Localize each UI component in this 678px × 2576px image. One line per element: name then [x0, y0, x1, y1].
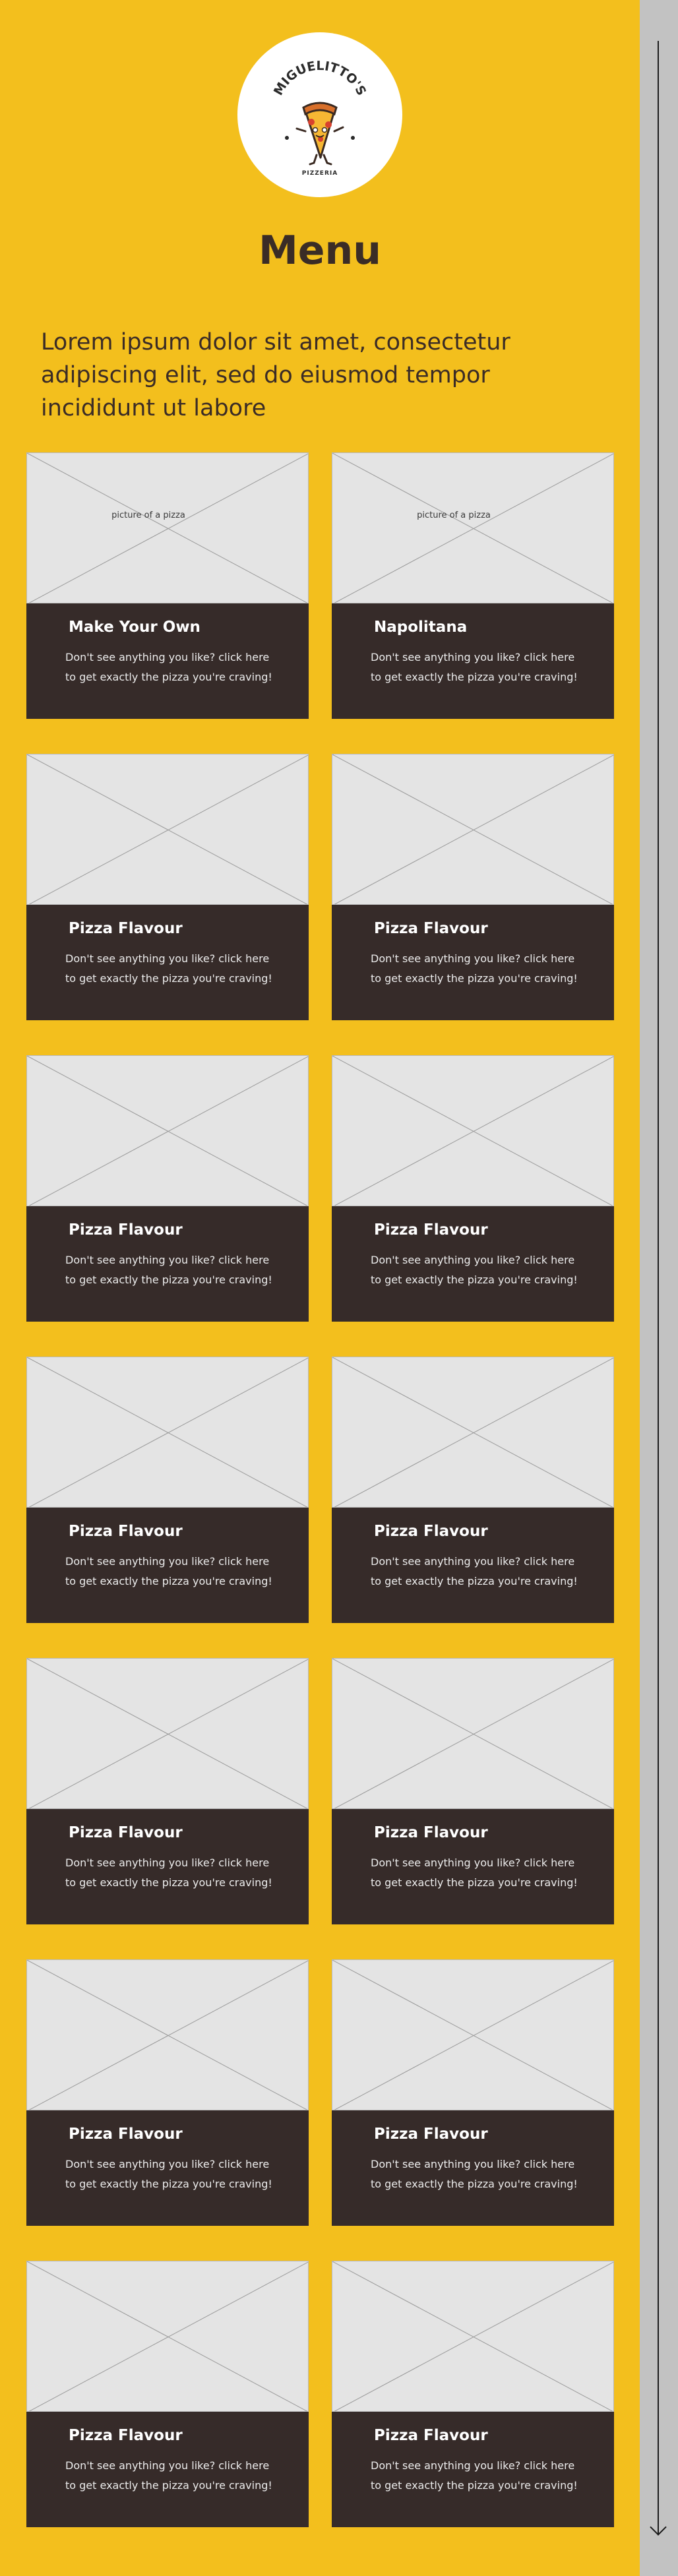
logo-subtitle: PIZZERIA: [302, 170, 338, 177]
menu-card[interactable]: picture of a pizza Napolitana Don't see an…: [332, 452, 614, 719]
menu-card-title[interactable]: Pizza Flavour: [374, 1824, 488, 1841]
pizza-image-placeholder: picture of a pizza: [332, 452, 614, 603]
menu-card-description: Don't see anything you like? click here …: [65, 2459, 272, 2492]
pizza-image-placeholder: [26, 1055, 309, 1206]
menu-card[interactable]: Pizza Flavour Don't see anything you like…: [332, 1959, 614, 2226]
menu-card-info: Pizza Flavour Don't see anything you like…: [26, 1809, 309, 1924]
image-placeholder-icon: [27, 2261, 308, 2411]
menu-card-info: Pizza Flavour Don't see anything you like…: [332, 1508, 614, 1623]
menu-card-info: Make Your Own Don't see anything you like…: [26, 603, 309, 719]
scroll-rail[interactable]: [640, 0, 678, 2576]
image-placeholder-icon: [332, 754, 613, 904]
menu-card-title[interactable]: Pizza Flavour: [69, 920, 183, 937]
menu-card[interactable]: Pizza Flavour Don't see anything you like…: [332, 754, 614, 1020]
menu-card[interactable]: Pizza Flavour Don't see anything you like…: [332, 1055, 614, 1322]
menu-card-description: Don't see anything you like? click here …: [371, 1856, 578, 1889]
image-placeholder-icon: [332, 1659, 613, 1808]
menu-card-title[interactable]: Make Your Own: [69, 619, 200, 636]
menu-card-info: Pizza Flavour Don't see anything you like…: [332, 905, 614, 1020]
menu-card-info: Pizza Flavour Don't see anything you like…: [26, 2412, 309, 2527]
image-caption: picture of a pizza: [111, 510, 185, 520]
scroll-track: [658, 41, 659, 2535]
pizza-slice-mascot-icon: [295, 102, 344, 166]
menu-card-description: Don't see anything you like? click here …: [65, 1254, 272, 1286]
menu-card-title[interactable]: Napolitana: [374, 619, 467, 636]
pizza-image-placeholder: [26, 2261, 309, 2412]
menu-card-title[interactable]: Pizza Flavour: [374, 2427, 488, 2444]
menu-card[interactable]: Pizza Flavour Don't see anything you like…: [26, 2261, 309, 2527]
menu-page: MIGUELITTO'S PIZZERIA Menu Lorem ipsum d…: [0, 0, 640, 2576]
intro-paragraph: Lorem ipsum dolor sit amet, consectetur …: [41, 329, 510, 421]
menu-card-description: Don't see anything you like? click here …: [371, 1254, 578, 1286]
pizza-image-placeholder: [332, 1357, 614, 1508]
menu-card-info: Pizza Flavour Don't see anything you like…: [332, 1206, 614, 1322]
menu-card-title[interactable]: Pizza Flavour: [69, 2126, 183, 2143]
page-title: Menu: [259, 228, 381, 274]
menu-card-description: Don't see anything you like? click here …: [65, 1856, 272, 1889]
menu-card[interactable]: Pizza Flavour Don't see anything you like…: [332, 1658, 614, 1924]
menu-card[interactable]: Pizza Flavour Don't see anything you like…: [332, 2261, 614, 2527]
menu-card-description: Don't see anything you like? click here …: [65, 1555, 272, 1587]
pizza-image-placeholder: [26, 754, 309, 905]
logo-title: MIGUELITTO'S: [271, 59, 369, 98]
menu-card-title[interactable]: Pizza Flavour: [374, 2126, 488, 2143]
image-placeholder-icon: [27, 1960, 308, 2110]
menu-card-info: Pizza Flavour Don't see anything you like…: [332, 1809, 614, 1924]
image-placeholder-icon: [27, 453, 308, 603]
pizza-image-placeholder: [26, 1658, 309, 1809]
pizza-image-placeholder: [332, 754, 614, 905]
menu-card-description: Don't see anything you like? click here …: [371, 1555, 578, 1587]
menu-card-title[interactable]: Pizza Flavour: [374, 1221, 488, 1239]
menu-card[interactable]: picture of a pizza Make Your Own Don't see…: [26, 452, 309, 719]
menu-card[interactable]: Pizza Flavour Don't see anything you like…: [26, 1357, 309, 1623]
menu-card-info: Pizza Flavour Don't see anything you like…: [26, 1508, 309, 1623]
menu-card-info: Napolitana Don't see anything you like? c…: [332, 603, 614, 719]
image-placeholder-icon: [27, 754, 308, 904]
arrow-down-icon[interactable]: [650, 2519, 667, 2536]
pizza-image-placeholder: [26, 1959, 309, 2110]
image-placeholder-icon: [332, 1056, 613, 1206]
menu-card-description: Don't see anything you like? click here …: [371, 952, 578, 985]
menu-card-info: Pizza Flavour Don't see anything you like…: [26, 905, 309, 1020]
menu-card-description: Don't see anything you like? click here …: [65, 651, 272, 683]
svg-text:MIGUELITTO'S: MIGUELITTO'S: [271, 59, 369, 98]
menu-card[interactable]: Pizza Flavour Don't see anything you like…: [26, 1959, 309, 2226]
pizza-image-placeholder: [26, 1357, 309, 1508]
menu-card[interactable]: Pizza Flavour Don't see anything you like…: [332, 1357, 614, 1623]
menu-card[interactable]: Pizza Flavour Don't see anything you like…: [26, 754, 309, 1020]
menu-card[interactable]: Pizza Flavour Don't see anything you like…: [26, 1055, 309, 1322]
image-placeholder-icon: [332, 2261, 613, 2411]
menu-card-description: Don't see anything you like? click here …: [65, 2158, 272, 2190]
image-placeholder-icon: [27, 1357, 308, 1507]
menu-card-title[interactable]: Pizza Flavour: [69, 1523, 183, 1540]
pizza-image-placeholder: picture of a pizza: [26, 452, 309, 603]
menu-card-title[interactable]: Pizza Flavour: [69, 1824, 183, 1841]
menu-card-description: Don't see anything you like? click here …: [371, 651, 578, 683]
menu-card-title[interactable]: Pizza Flavour: [69, 2427, 183, 2444]
pizza-image-placeholder: [332, 1658, 614, 1809]
pizza-image-placeholder: [332, 2261, 614, 2412]
image-placeholder-icon: [332, 1357, 613, 1507]
menu-card[interactable]: Pizza Flavour Don't see anything you like…: [26, 1658, 309, 1924]
menu-card-description: Don't see anything you like? click here …: [371, 2459, 578, 2492]
image-placeholder-icon: [27, 1056, 308, 1206]
pizzeria-logo[interactable]: MIGUELITTO'S PIZZERIA: [237, 32, 402, 197]
image-placeholder-icon: [27, 1659, 308, 1808]
image-placeholder-icon: [332, 1960, 613, 2110]
logo-emblem: MIGUELITTO'S PIZZERIA: [271, 59, 369, 177]
menu-card-description: Don't see anything you like? click here …: [371, 2158, 578, 2190]
menu-card-title[interactable]: Pizza Flavour: [69, 1221, 183, 1239]
pizza-image-placeholder: [332, 1055, 614, 1206]
menu-card-description: Don't see anything you like? click here …: [65, 952, 272, 985]
pizza-image-placeholder: [332, 1959, 614, 2110]
menu-card-info: Pizza Flavour Don't see anything you like…: [26, 1206, 309, 1322]
menu-card-info: Pizza Flavour Don't see anything you like…: [332, 2110, 614, 2226]
image-placeholder-icon: [332, 453, 613, 603]
menu-card-title[interactable]: Pizza Flavour: [374, 920, 488, 937]
menu-card-info: Pizza Flavour Don't see anything you like…: [26, 2110, 309, 2226]
menu-card-info: Pizza Flavour Don't see anything you like…: [332, 2412, 614, 2527]
menu-card-title[interactable]: Pizza Flavour: [374, 1523, 488, 1540]
image-caption: picture of a pizza: [417, 510, 491, 520]
